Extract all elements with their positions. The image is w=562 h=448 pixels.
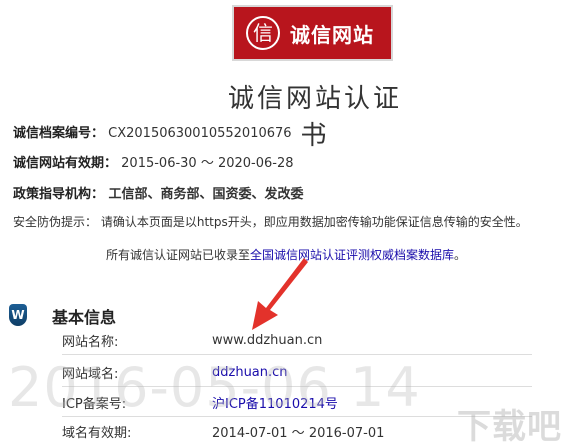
archive-number-value: CX20150630010552010676 [108, 126, 292, 141]
validity-label: 诚信网站有效期： [13, 156, 118, 171]
security-row: 安全防伪提示： 请确认本页面是以https开头，即应用数据加密传输功能保证信息传… [13, 213, 528, 230]
basic-info-title: 基本信息 [52, 308, 117, 327]
archive-number-row: 诚信档案编号： CX20150630010552010676 [13, 122, 292, 141]
brand-logo: 信 诚信网站 [232, 5, 393, 61]
site-name-value: www.ddzhuan.cn [212, 332, 323, 348]
site-name-label: 网站名称: [62, 334, 119, 350]
validity-row: 诚信网站有效期： 2015-06-30 ～ 2020-06-28 [13, 152, 294, 171]
red-arrow-icon [252, 258, 308, 330]
date-watermark: 2016-05-06 14 [8, 356, 421, 419]
notice-suffix: 。 [454, 248, 467, 262]
agency-label: 政策指导机构： [13, 187, 105, 202]
domain-validity-value: 2014-07-01 ～ 2016-07-01 [212, 425, 385, 441]
certificate-page: 信 诚信网站 诚信网站认证书 诚信档案编号： CX201506300105520… [0, 0, 562, 447]
trust-logo-mark: 信 [246, 16, 280, 50]
domain-validity-label: 域名有效期: [62, 425, 132, 441]
agency-value: 工信部、商务部、国资委、发改委 [108, 187, 304, 202]
security-value: 请确认本页面是以https开头，即应用数据加密传输功能保证信息传输的安全性。 [100, 215, 528, 229]
validity-value: 2015-06-30 ～ 2020-06-28 [121, 156, 294, 171]
separator [62, 354, 532, 355]
archive-number-label: 诚信档案编号： [13, 126, 105, 141]
agency-row: 政策指导机构： 工信部、商务部、国资委、发改委 [13, 183, 304, 202]
site-name-row: 网站名称: www.ddzhuan.cn [62, 328, 532, 352]
brand-logo-text: 诚信网站 [290, 22, 374, 47]
security-label: 安全防伪提示： [13, 215, 98, 229]
site-watermark: 下载吧 [457, 407, 562, 447]
basic-info-badge-icon: W [9, 304, 27, 326]
notice-prefix: 所有诚信认证网站已收录至 [106, 248, 251, 262]
